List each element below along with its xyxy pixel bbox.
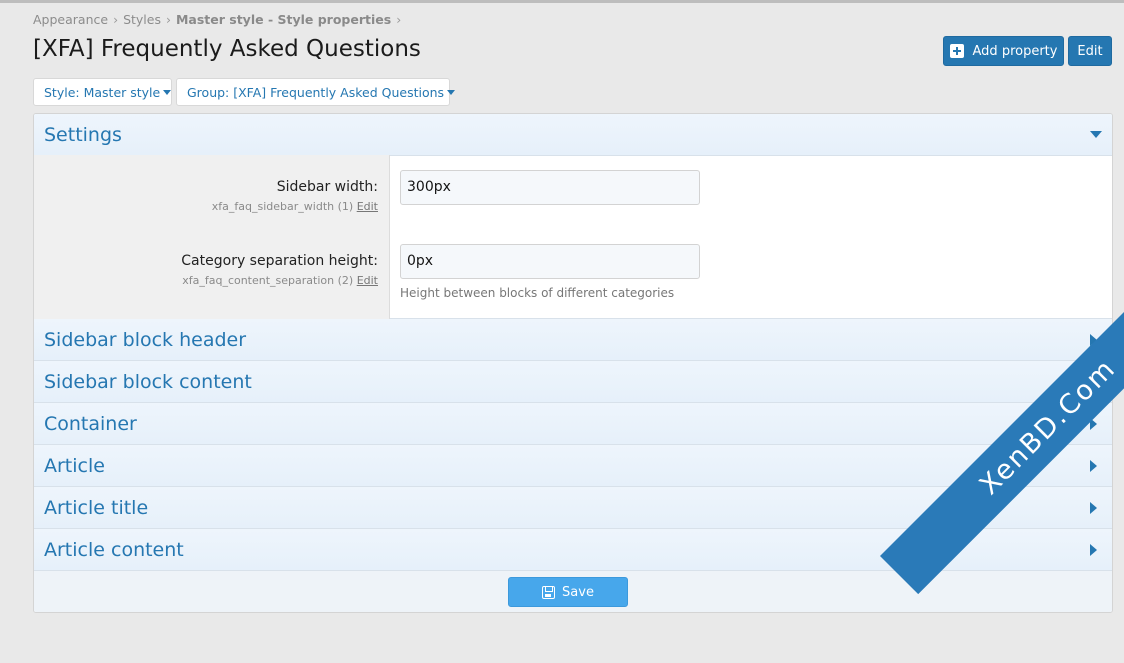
breadcrumb-item-styles[interactable]: Styles	[123, 12, 161, 27]
caret-down-icon	[447, 89, 456, 95]
plus-square-icon	[949, 44, 964, 58]
field-label-sidebar-width: Sidebar width:	[276, 179, 378, 195]
property-edit-link[interactable]: Edit	[357, 200, 378, 213]
add-property-label: Add property	[972, 43, 1058, 59]
group-filter-label: Group: [XFA] Frequently Asked Questions	[187, 84, 445, 100]
page-title: [XFA] Frequently Asked Questions	[33, 36, 421, 62]
breadcrumb-separator-icon: ›	[113, 12, 119, 27]
breadcrumb-separator-icon: ›	[165, 12, 171, 27]
property-name: xfa_faq_sidebar_width (1)	[211, 200, 354, 213]
section-title: Article title	[44, 496, 149, 519]
save-button-label: Save	[562, 584, 594, 600]
breadcrumb-separator-icon: ›	[396, 12, 402, 27]
collapse-triangle-icon[interactable]	[1090, 131, 1102, 138]
sidebar-width-input[interactable]: 300px	[400, 170, 700, 205]
property-edit-link[interactable]: Edit	[357, 274, 378, 287]
add-property-button[interactable]: Add property	[943, 36, 1064, 66]
floppy-disk-icon	[542, 585, 556, 599]
breadcrumb: Appearance › Styles › Master style - Style p…	[33, 12, 406, 27]
section-title: Sidebar block header	[44, 328, 247, 351]
label-column: Sidebar width: xfa_faq_sidebar_width (1)…	[34, 155, 390, 319]
category-separation-input[interactable]: 0px	[400, 244, 700, 279]
field-label-category-separation: Category separation height:	[181, 253, 378, 269]
breadcrumb-item-appearance[interactable]: Appearance	[33, 12, 108, 27]
field-property-sidebar-width: xfa_faq_sidebar_width (1) Edit	[212, 200, 378, 213]
section-title: Article	[44, 454, 105, 477]
section-header-article[interactable]: Article	[34, 445, 1112, 487]
field-property-category-separation: xfa_faq_content_separation (2) Edit	[182, 274, 378, 287]
top-border	[0, 0, 1124, 3]
section-title: Container	[44, 412, 137, 435]
expand-triangle-icon[interactable]	[1090, 502, 1097, 514]
save-button[interactable]: Save	[508, 577, 628, 607]
edit-button[interactable]: Edit	[1068, 36, 1112, 66]
section-title: Article content	[44, 538, 184, 561]
settings-body: Sidebar width: xfa_faq_sidebar_width (1)…	[34, 155, 1112, 319]
section-header-sidebar-block-content[interactable]: Sidebar block content	[34, 361, 1112, 403]
expand-triangle-icon[interactable]	[1090, 460, 1097, 472]
caret-down-icon	[163, 89, 172, 95]
section-header-settings[interactable]: Settings	[34, 114, 1112, 156]
section-title: Sidebar block content	[44, 370, 252, 393]
style-filter-label: Style: Master style	[44, 84, 161, 100]
expand-triangle-icon[interactable]	[1090, 544, 1097, 556]
form-footer: Save	[34, 570, 1112, 612]
section-header-sidebar-block-header[interactable]: Sidebar block header	[34, 319, 1112, 361]
category-separation-hint: Height between blocks of different categ…	[400, 286, 675, 300]
section-title-settings: Settings	[44, 123, 122, 146]
property-name: xfa_faq_content_separation (2)	[182, 274, 354, 287]
section-header-container[interactable]: Container	[34, 403, 1112, 445]
edit-button-label: Edit	[1077, 43, 1103, 59]
group-filter-dropdown[interactable]: Group: [XFA] Frequently Asked Questions	[176, 78, 456, 106]
breadcrumb-item-style-properties[interactable]: Master style - Style properties	[176, 12, 391, 27]
style-filter-dropdown[interactable]: Style: Master style	[33, 78, 172, 106]
